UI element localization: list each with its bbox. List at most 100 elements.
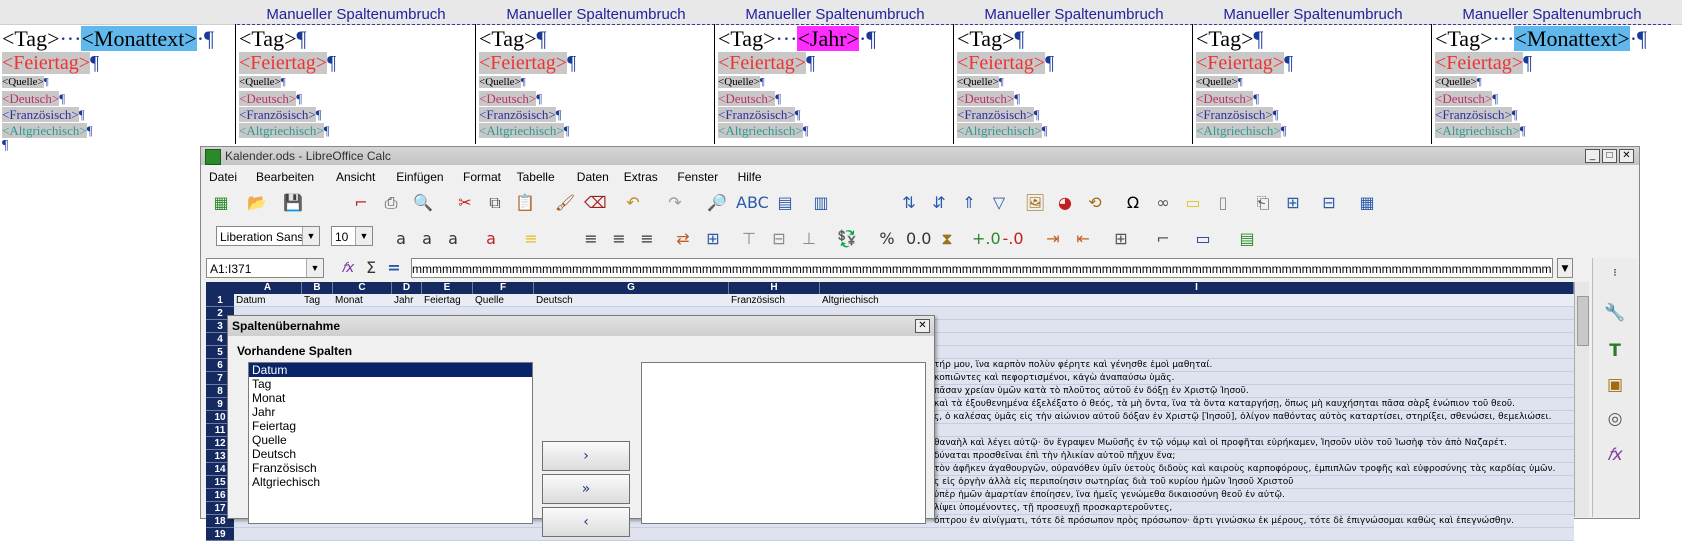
header-cell-F[interactable]: Quelle — [475, 294, 533, 307]
chevron-down-icon[interactable]: ▼ — [355, 227, 372, 245]
column-header-C[interactable]: C — [333, 282, 392, 294]
comment-icon[interactable]: ▭ — [1182, 192, 1204, 214]
gallery-icon[interactable]: ▣ — [1604, 374, 1626, 396]
greek-cell[interactable]: ὑπὲρ ἡμῶν ἁμαρτίαν ἐποίησεν, ἵνα ἡμεῖς γ… — [934, 489, 1285, 502]
currency-icon[interactable]: 💱 — [836, 228, 858, 250]
list-item[interactable]: Französisch — [249, 461, 532, 475]
greek-cell[interactable]: ς εἰς ὀργὴν ἀλλὰ εἰς περιποίησιν σωτηρία… — [934, 476, 1294, 489]
functions-icon[interactable]: 𝑓x — [1604, 444, 1626, 466]
sort-asc-icon[interactable]: ⇅ — [898, 192, 920, 214]
maximize-icon[interactable]: □ — [1602, 149, 1617, 163]
greek-cell[interactable]: θαναὴλ καὶ λέγει αὐτῷ· ὃν ἔγραψεν Μωϋσῆς… — [934, 437, 1507, 450]
menu-item-8[interactable]: Fenster — [677, 170, 718, 184]
expand-formula-icon[interactable]: ▼ — [1557, 258, 1573, 278]
clone-format-icon[interactable]: 🖌 — [554, 192, 576, 214]
split-window-icon[interactable]: ⊟ — [1318, 192, 1340, 214]
autofilter-icon[interactable]: ▽ — [988, 192, 1010, 214]
list-item[interactable]: Tag — [249, 377, 532, 391]
column-header-I[interactable]: I — [820, 282, 1574, 294]
menu-item-6[interactable]: Daten — [577, 170, 609, 184]
align-bottom-icon[interactable]: ⊥ — [798, 228, 820, 250]
align-right-icon[interactable]: ≡ — [636, 228, 658, 250]
function-wizard-icon[interactable]: 𝑓x — [337, 258, 359, 278]
chevron-down-icon[interactable]: ▼ — [302, 227, 319, 245]
menu-item-5[interactable]: Tabelle — [517, 170, 555, 184]
selected-columns-list[interactable] — [641, 362, 926, 524]
italic-icon[interactable]: a — [416, 228, 438, 250]
column-icon[interactable]: ▥ — [810, 192, 832, 214]
list-item[interactable]: Deutsch — [249, 447, 532, 461]
greek-cell[interactable]: τὸν ἀφῆκεν ἀγαθουργῶν, οὐρανόθεν ὑμῖν ὑε… — [934, 463, 1555, 476]
column-header-H[interactable]: H — [729, 282, 820, 294]
header-cell-E[interactable]: Feiertag — [424, 294, 472, 307]
font-size-select[interactable]: 10 ▼ — [331, 226, 373, 246]
underline-icon[interactable]: a — [442, 228, 464, 250]
minimize-icon[interactable]: _ — [1585, 149, 1600, 163]
menu-item-2[interactable]: Ansicht — [336, 170, 375, 184]
styles-icon[interactable]: T — [1604, 340, 1626, 362]
font-color-icon[interactable]: a — [480, 228, 502, 250]
greek-cell[interactable]: ς, ὁ καλέσας ὑμᾶς εἰς τὴν αἰώνιον αὐτοῦ … — [934, 411, 1551, 424]
available-columns-list[interactable]: Datum Tag Monat Jahr Feiertag Quelle Deutsch Fr… — [248, 362, 533, 524]
menu-item-7[interactable]: Extras — [624, 170, 658, 184]
greek-cell[interactable]: δύναται προσθεῖναι ἐπὶ τὴν ἡλικίαν αὐτοῦ… — [934, 450, 1175, 463]
redo-icon[interactable]: ↷ — [664, 192, 686, 214]
properties-icon[interactable]: 🔧 — [1604, 302, 1626, 324]
header-cell-I[interactable]: Altgriechisch — [822, 294, 1573, 307]
increase-indent-icon[interactable]: ⇥ — [1042, 228, 1064, 250]
new-document-icon[interactable]: ▦ — [210, 192, 232, 214]
list-item[interactable]: Altgriechisch — [249, 475, 532, 489]
greek-cell[interactable]: καὶ τὰ ἐξουθενημένα ἐξελέξατο ὁ θεός, τὰ… — [934, 398, 1515, 411]
header-cell-D[interactable]: Jahr — [394, 294, 421, 307]
date-format-icon[interactable]: ⧗ — [936, 228, 958, 250]
pivot-icon[interactable]: ⟲ — [1084, 192, 1106, 214]
close-icon[interactable]: ✕ — [915, 319, 930, 333]
print-icon[interactable]: ⎙ — [380, 192, 402, 214]
header-cell-H[interactable]: Französisch — [731, 294, 819, 307]
undo-icon[interactable]: ↶ — [622, 192, 644, 214]
align-center-icon[interactable]: ≡ — [608, 228, 630, 250]
vertical-scrollbar[interactable] — [1574, 282, 1589, 517]
navigator-icon[interactable]: ◎ — [1604, 408, 1626, 430]
border-color-icon[interactable]: ▭ — [1192, 228, 1214, 250]
menu-item-4[interactable]: Format — [463, 170, 501, 184]
column-header-D[interactable]: D — [392, 282, 422, 294]
remove-column-button[interactable]: ‹ — [542, 507, 630, 537]
export-pdf-icon[interactable]: ⌐ — [350, 192, 372, 214]
align-left-icon[interactable]: ≡ — [580, 228, 602, 250]
paste-icon[interactable]: 📋 — [514, 192, 536, 214]
print-preview-icon[interactable]: 🔍 — [412, 192, 434, 214]
spelling-icon[interactable]: ABC — [736, 192, 769, 214]
formula-input[interactable]: mmmmmmmmmmmmmmmmmmmmmmmmmmmmmmmmmmmmmmmm… — [411, 258, 1553, 278]
save-icon[interactable]: 💾 — [282, 192, 304, 214]
freeze-icon[interactable]: ⊞ — [1282, 192, 1304, 214]
align-middle-icon[interactable]: ⊟ — [768, 228, 790, 250]
highlight-icon[interactable]: ≡ — [520, 228, 542, 250]
wrap-icon[interactable]: ⇄ — [672, 228, 694, 250]
borders-icon[interactable]: ⊞ — [1110, 228, 1132, 250]
hyperlink-icon[interactable]: ∞ — [1152, 192, 1174, 214]
list-item[interactable]: Feiertag — [249, 419, 532, 433]
header-footer-icon[interactable]: ▯ — [1212, 192, 1234, 214]
greek-cell[interactable]: κοπιῶντες καὶ πεφορτισμένοι, κἀγὼ ἀναπαύ… — [934, 372, 1174, 385]
clear-format-icon[interactable]: ⌫ — [584, 192, 607, 214]
chevron-down-icon[interactable]: ▼ — [306, 259, 323, 277]
menu-item-1[interactable]: Bearbeiten — [256, 170, 314, 184]
conditional-format-icon[interactable]: ▤ — [1236, 228, 1258, 250]
menu-item-3[interactable]: Einfügen — [396, 170, 443, 184]
show-draw-icon[interactable]: ▦ — [1356, 192, 1378, 214]
sort-desc-icon[interactable]: ⇵ — [928, 192, 950, 214]
bold-icon[interactable]: a — [390, 228, 412, 250]
open-icon[interactable]: 📂 — [246, 192, 268, 214]
cut-icon[interactable]: ✂ — [454, 192, 476, 214]
row-header[interactable]: 19 — [206, 528, 234, 541]
sort-icon[interactable]: ⇑ — [958, 192, 980, 214]
copy-icon[interactable]: ⧉ — [484, 192, 506, 214]
select-all-corner[interactable] — [206, 282, 234, 294]
header-cell-C[interactable]: Monat — [335, 294, 391, 307]
header-cell-B[interactable]: Tag — [304, 294, 332, 307]
chart-icon[interactable]: ◕ — [1054, 192, 1076, 214]
row-header[interactable]: 1 — [206, 294, 234, 307]
header-cell-A[interactable]: Datum — [236, 294, 301, 307]
column-header-A[interactable]: A — [234, 282, 302, 294]
